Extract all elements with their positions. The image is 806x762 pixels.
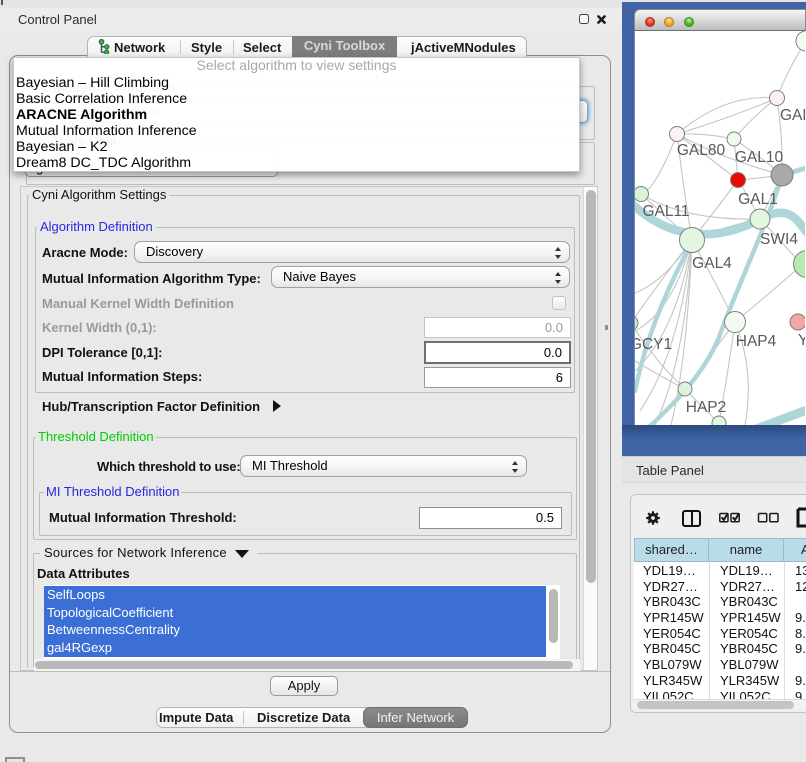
svg-text:Y: Y bbox=[798, 332, 805, 349]
svg-text:GAL80: GAL80 bbox=[677, 142, 726, 159]
svg-text:SWI4: SWI4 bbox=[760, 231, 798, 248]
svg-text:GAL1: GAL1 bbox=[738, 191, 778, 208]
svg-text:GAL11: GAL11 bbox=[642, 203, 689, 220]
svg-text:GAL10: GAL10 bbox=[735, 149, 784, 166]
svg-text:GAL2: GAL2 bbox=[780, 107, 805, 124]
svg-text:GAL4: GAL4 bbox=[692, 255, 732, 272]
svg-text:HAP4: HAP4 bbox=[736, 333, 777, 350]
svg-text:HAP2: HAP2 bbox=[686, 399, 727, 416]
svg-text:GCY1: GCY1 bbox=[635, 336, 672, 353]
